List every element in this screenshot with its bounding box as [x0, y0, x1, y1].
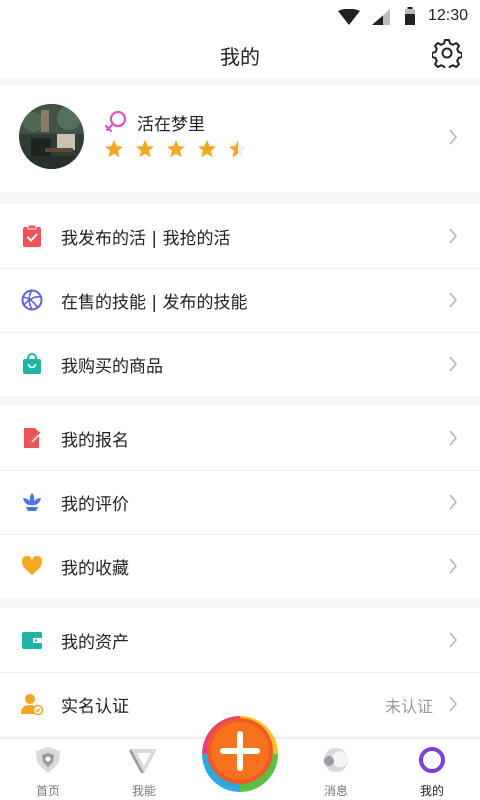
menu-group-orders: 我发布的活 | 我抢的活 在售的技能 | 发布的技能 我购买的商品: [0, 204, 480, 396]
tab-label: 消息: [323, 784, 348, 798]
menu-item-assets[interactable]: 我的资产: [0, 608, 480, 672]
menu-item-purchases[interactable]: 我购买的商品: [0, 332, 480, 396]
tab-label: 我的: [419, 784, 444, 798]
shopping-bag-icon: [23, 353, 41, 374]
chevron-right-icon: [449, 430, 458, 446]
wifi-icon: [338, 9, 360, 25]
chevron-right-icon: [449, 292, 458, 308]
tab-profile[interactable]: 我的: [384, 739, 480, 800]
tab-home[interactable]: 首页: [0, 739, 96, 800]
menu-item-label: 我发布的活 | 我抢的活: [61, 229, 231, 249]
chevron-right-icon: [449, 696, 458, 712]
status-time: 12:30: [427, 7, 468, 24]
star-icon: [198, 140, 217, 158]
menu-item-label: 在售的技能 | 发布的技能: [61, 293, 248, 313]
tab-messages[interactable]: 消息: [288, 739, 384, 800]
menu-item-registrations[interactable]: 我的报名: [0, 406, 480, 470]
message-icon: [324, 748, 348, 772]
volleyball-icon: [21, 289, 43, 311]
profile-ring-icon: [419, 747, 445, 773]
tab-skills[interactable]: 我能: [96, 739, 192, 800]
menu-item-reviews[interactable]: 我的评价: [0, 470, 480, 534]
chevron-right-icon: [449, 228, 458, 244]
menu-group-activity: 我的报名 我的评价 我的收藏: [0, 406, 480, 598]
verification-status: 未认证: [384, 697, 433, 716]
skill-icon: [129, 749, 157, 773]
header: 我的: [0, 32, 480, 78]
page-title: 我的: [220, 45, 260, 69]
star-icon: [167, 140, 186, 158]
profile-card[interactable]: 活在梦里: [0, 86, 480, 192]
menu-item-my-jobs[interactable]: 我发布的活 | 我抢的活: [0, 204, 480, 268]
star-icon: [105, 140, 123, 158]
menu-item-favorites[interactable]: 我的收藏: [0, 534, 480, 598]
heart-icon: [21, 555, 43, 575]
female-icon: [104, 110, 127, 133]
gear-icon[interactable]: [432, 38, 462, 68]
wallet-icon: [22, 632, 42, 649]
star-icon: [136, 140, 155, 158]
menu-item-label: 我的资产: [61, 633, 129, 653]
profile-name: 活在梦里: [137, 115, 205, 135]
status-bar: 12:30: [0, 0, 480, 32]
tab-label: 我能: [131, 784, 156, 798]
chevron-right-icon: [449, 129, 458, 145]
rating-stars: [104, 139, 254, 161]
add-icon[interactable]: [200, 714, 280, 794]
chevron-right-icon: [449, 558, 458, 574]
avatar[interactable]: [19, 104, 84, 169]
menu-item-label: 我的报名: [61, 431, 129, 451]
chevron-right-icon: [449, 494, 458, 510]
clipboard-check-icon: [23, 224, 41, 247]
lotus-icon: [23, 493, 41, 511]
menu-item-label: 实名认证: [61, 697, 129, 717]
half-star-icon: [229, 140, 248, 158]
home-icon: [36, 747, 60, 773]
menu-item-label: 我购买的商品: [61, 357, 163, 377]
signal-icon: [372, 9, 390, 25]
user-verified-icon: [21, 694, 44, 716]
menu-item-label: 我的收藏: [61, 559, 129, 579]
chevron-right-icon: [449, 632, 458, 648]
tab-label: 首页: [35, 784, 60, 798]
menu-item-skills[interactable]: 在售的技能 | 发布的技能: [0, 268, 480, 332]
battery-icon: [405, 7, 415, 25]
menu-item-label: 我的评价: [61, 495, 129, 515]
chevron-right-icon: [449, 356, 458, 372]
edit-document-icon: [24, 428, 42, 448]
